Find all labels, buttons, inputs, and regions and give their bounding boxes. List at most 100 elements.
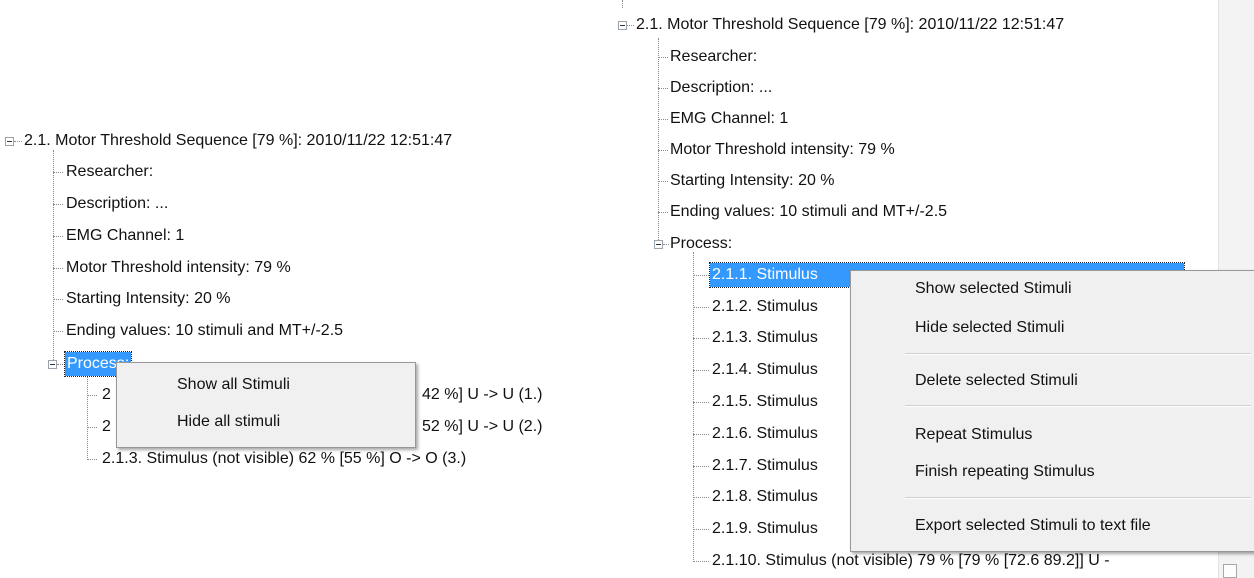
tree-line — [693, 338, 709, 339]
tree-line — [693, 275, 709, 276]
tree-line — [658, 119, 668, 120]
tree-line — [658, 150, 668, 151]
tree-line — [693, 434, 709, 435]
tree-line — [87, 372, 88, 460]
tree-node-starting-intensity[interactable]: Starting Intensity: 20 % — [668, 169, 837, 193]
tree-line — [87, 459, 97, 460]
tree-node-ending-values[interactable]: Ending values: 10 stimuli and MT+/-2.5 — [668, 200, 949, 224]
tree-line — [53, 299, 63, 300]
tree-node-label: 2.1.9. Stimulus — [712, 520, 818, 537]
tree-node-root[interactable]: 2.1. Motor Threshold Sequence [79 %]: 20… — [634, 13, 1066, 37]
context-menu: Show all Stimuli Hide all stimuli — [116, 362, 416, 448]
tree-line — [627, 25, 634, 26]
scroll-corner[interactable] — [1223, 564, 1237, 578]
left-tree-panel: 2.1. Motor Threshold Sequence [79 %]: 20… — [0, 0, 600, 578]
tree-node-label: 2.1.5. Stimulus — [712, 393, 818, 410]
tree-node-motor-threshold[interactable]: Motor Threshold intensity: 79 % — [668, 138, 897, 162]
tree-line — [53, 331, 63, 332]
tree-node-starting-intensity[interactable]: Starting Intensity: 20 % — [64, 287, 233, 311]
menu-item-label: Hide all stimuli — [177, 413, 281, 430]
tree-node-root[interactable]: 2.1. Motor Threshold Sequence [79 %]: 20… — [22, 129, 454, 153]
tree-line — [658, 88, 668, 89]
tree-node-motor-threshold[interactable]: Motor Threshold intensity: 79 % — [64, 256, 293, 280]
tree-node-label: 2.1.3. Stimulus (not visible) 62 % [55 %… — [102, 450, 467, 467]
tree-node-label: EMG Channel: 1 — [670, 110, 789, 127]
menu-item-label: Hide selected Stimuli — [915, 319, 1065, 336]
tree-line — [693, 370, 709, 371]
menu-item-repeat-stimulus[interactable]: Repeat Stimulus — [851, 422, 1254, 448]
tree-line — [693, 529, 709, 530]
tree-node-stimulus[interactable]: 2 — [100, 383, 113, 407]
tree-node-emg-channel[interactable]: EMG Channel: 1 — [668, 107, 790, 131]
tree-line — [693, 252, 694, 562]
tree-node-emg-channel[interactable]: EMG Channel: 1 — [64, 224, 186, 248]
tree-line — [14, 141, 22, 142]
tree-line — [658, 38, 659, 244]
tree-line — [658, 181, 668, 182]
tree-node-stimulus[interactable]: 2.1.5. Stimulus — [710, 390, 820, 414]
menu-item-label: Delete selected Stimuli — [915, 372, 1078, 389]
tree-node-description[interactable]: Description: ... — [668, 76, 774, 100]
menu-item-show-all-stimuli[interactable]: Show all Stimuli — [117, 372, 415, 398]
tree-node-label: 2.1.4. Stimulus — [712, 361, 818, 378]
tree-node-stimulus[interactable]: 2.1.4. Stimulus — [710, 358, 820, 382]
tree-node-label: Ending values: 10 stimuli and MT+/-2.5 — [670, 203, 948, 220]
tree-line — [57, 364, 65, 365]
collapse-toggle-icon[interactable] — [48, 360, 57, 369]
menu-item-delete-selected-stimuli[interactable]: Delete selected Stimuli — [851, 368, 1254, 394]
tree-node-label: 2.1.6. Stimulus — [712, 425, 818, 442]
menu-separator — [905, 405, 1251, 407]
tree-node-label: Description: ... — [670, 79, 773, 96]
menu-separator — [905, 497, 1251, 499]
tree-node-label: 2.1.10. Stimulus (not visible) 79 % [79 … — [712, 552, 1110, 569]
collapse-toggle-icon[interactable] — [5, 137, 14, 146]
tree-line — [53, 172, 63, 173]
tree-node-label: Starting Intensity: 20 % — [670, 172, 835, 189]
right-tree-panel: 2.1. Motor Threshold Sequence [79 %]: 20… — [612, 0, 1254, 578]
tree-node-label: 52 %] U -> U (2.) — [422, 418, 543, 435]
tree-line — [53, 204, 63, 205]
tree-node-label: Ending values: 10 stimuli and MT+/-2.5 — [66, 322, 344, 339]
menu-separator — [905, 353, 1251, 355]
tree-node-label: Motor Threshold intensity: 79 % — [66, 259, 291, 276]
tree-node-stimulus[interactable]: 2.1.8. Stimulus — [710, 485, 820, 509]
tree-line — [693, 466, 709, 467]
tree-node-stimulus[interactable]: 2.1.10. Stimulus (not visible) 79 % [79 … — [710, 549, 1218, 573]
tree-line — [87, 427, 97, 428]
tree-node-stimulus[interactable]: 2.1.7. Stimulus — [710, 454, 820, 478]
menu-item-label: Repeat Stimulus — [915, 426, 1033, 443]
collapse-toggle-icon[interactable] — [618, 21, 627, 30]
tree-node-label: 2 — [102, 418, 111, 435]
tree-line — [53, 236, 63, 237]
tree-node-label: 42 %] U -> U (1.) — [422, 386, 543, 403]
menu-item-finish-repeating-stimulus[interactable]: Finish repeating Stimulus — [851, 459, 1254, 485]
menu-item-hide-selected-stimuli[interactable]: Hide selected Stimuli — [851, 315, 1254, 341]
menu-item-show-selected-stimuli[interactable]: Show selected Stimuli — [851, 276, 1254, 302]
menu-item-hide-all-stimuli[interactable]: Hide all stimuli — [117, 409, 415, 435]
tree-node-ending-values[interactable]: Ending values: 10 stimuli and MT+/-2.5 — [64, 319, 345, 343]
tree-line — [693, 561, 709, 562]
menu-item-export-selected-stimuli[interactable]: Export selected Stimuli to text file — [851, 513, 1254, 539]
tree-node-stimulus[interactable]: 2.1.9. Stimulus — [710, 517, 820, 541]
tree-node-label: 2.1.8. Stimulus — [712, 488, 818, 505]
tree-node-researcher[interactable]: Researcher: — [64, 160, 155, 184]
tree-line — [622, 0, 623, 8]
tree-node-description[interactable]: Description: ... — [64, 192, 170, 216]
tree-node-label: Motor Threshold intensity: 79 % — [670, 141, 895, 158]
tree-node-stimulus[interactable]: 2.1.2. Stimulus — [710, 295, 820, 319]
tree-line — [658, 212, 668, 213]
tree-node-stimulus[interactable]: 2.1.3. Stimulus — [710, 326, 820, 350]
tree-node-label: 2.1. Motor Threshold Sequence [79 %]: 20… — [636, 16, 1065, 33]
tree-node-stimulus[interactable]: 2.1.3. Stimulus (not visible) 62 % [55 %… — [100, 447, 468, 471]
tree-node-label-tail: 42 %] U -> U (1.) — [420, 383, 544, 407]
collapse-toggle-icon[interactable] — [654, 240, 663, 249]
menu-item-label: Finish repeating Stimulus — [915, 463, 1095, 480]
tree-node-stimulus[interactable]: 2.1.6. Stimulus — [710, 422, 820, 446]
tree-line — [693, 497, 709, 498]
tree-node-label: 2.1. Motor Threshold Sequence [79 %]: 20… — [24, 132, 453, 149]
tree-node-process[interactable]: Process: — [668, 232, 734, 256]
tree-node-label: 2.1.7. Stimulus — [712, 457, 818, 474]
tree-node-label: Researcher: — [66, 163, 154, 180]
tree-node-stimulus[interactable]: 2 — [100, 415, 113, 439]
tree-node-researcher[interactable]: Researcher: — [668, 45, 759, 69]
